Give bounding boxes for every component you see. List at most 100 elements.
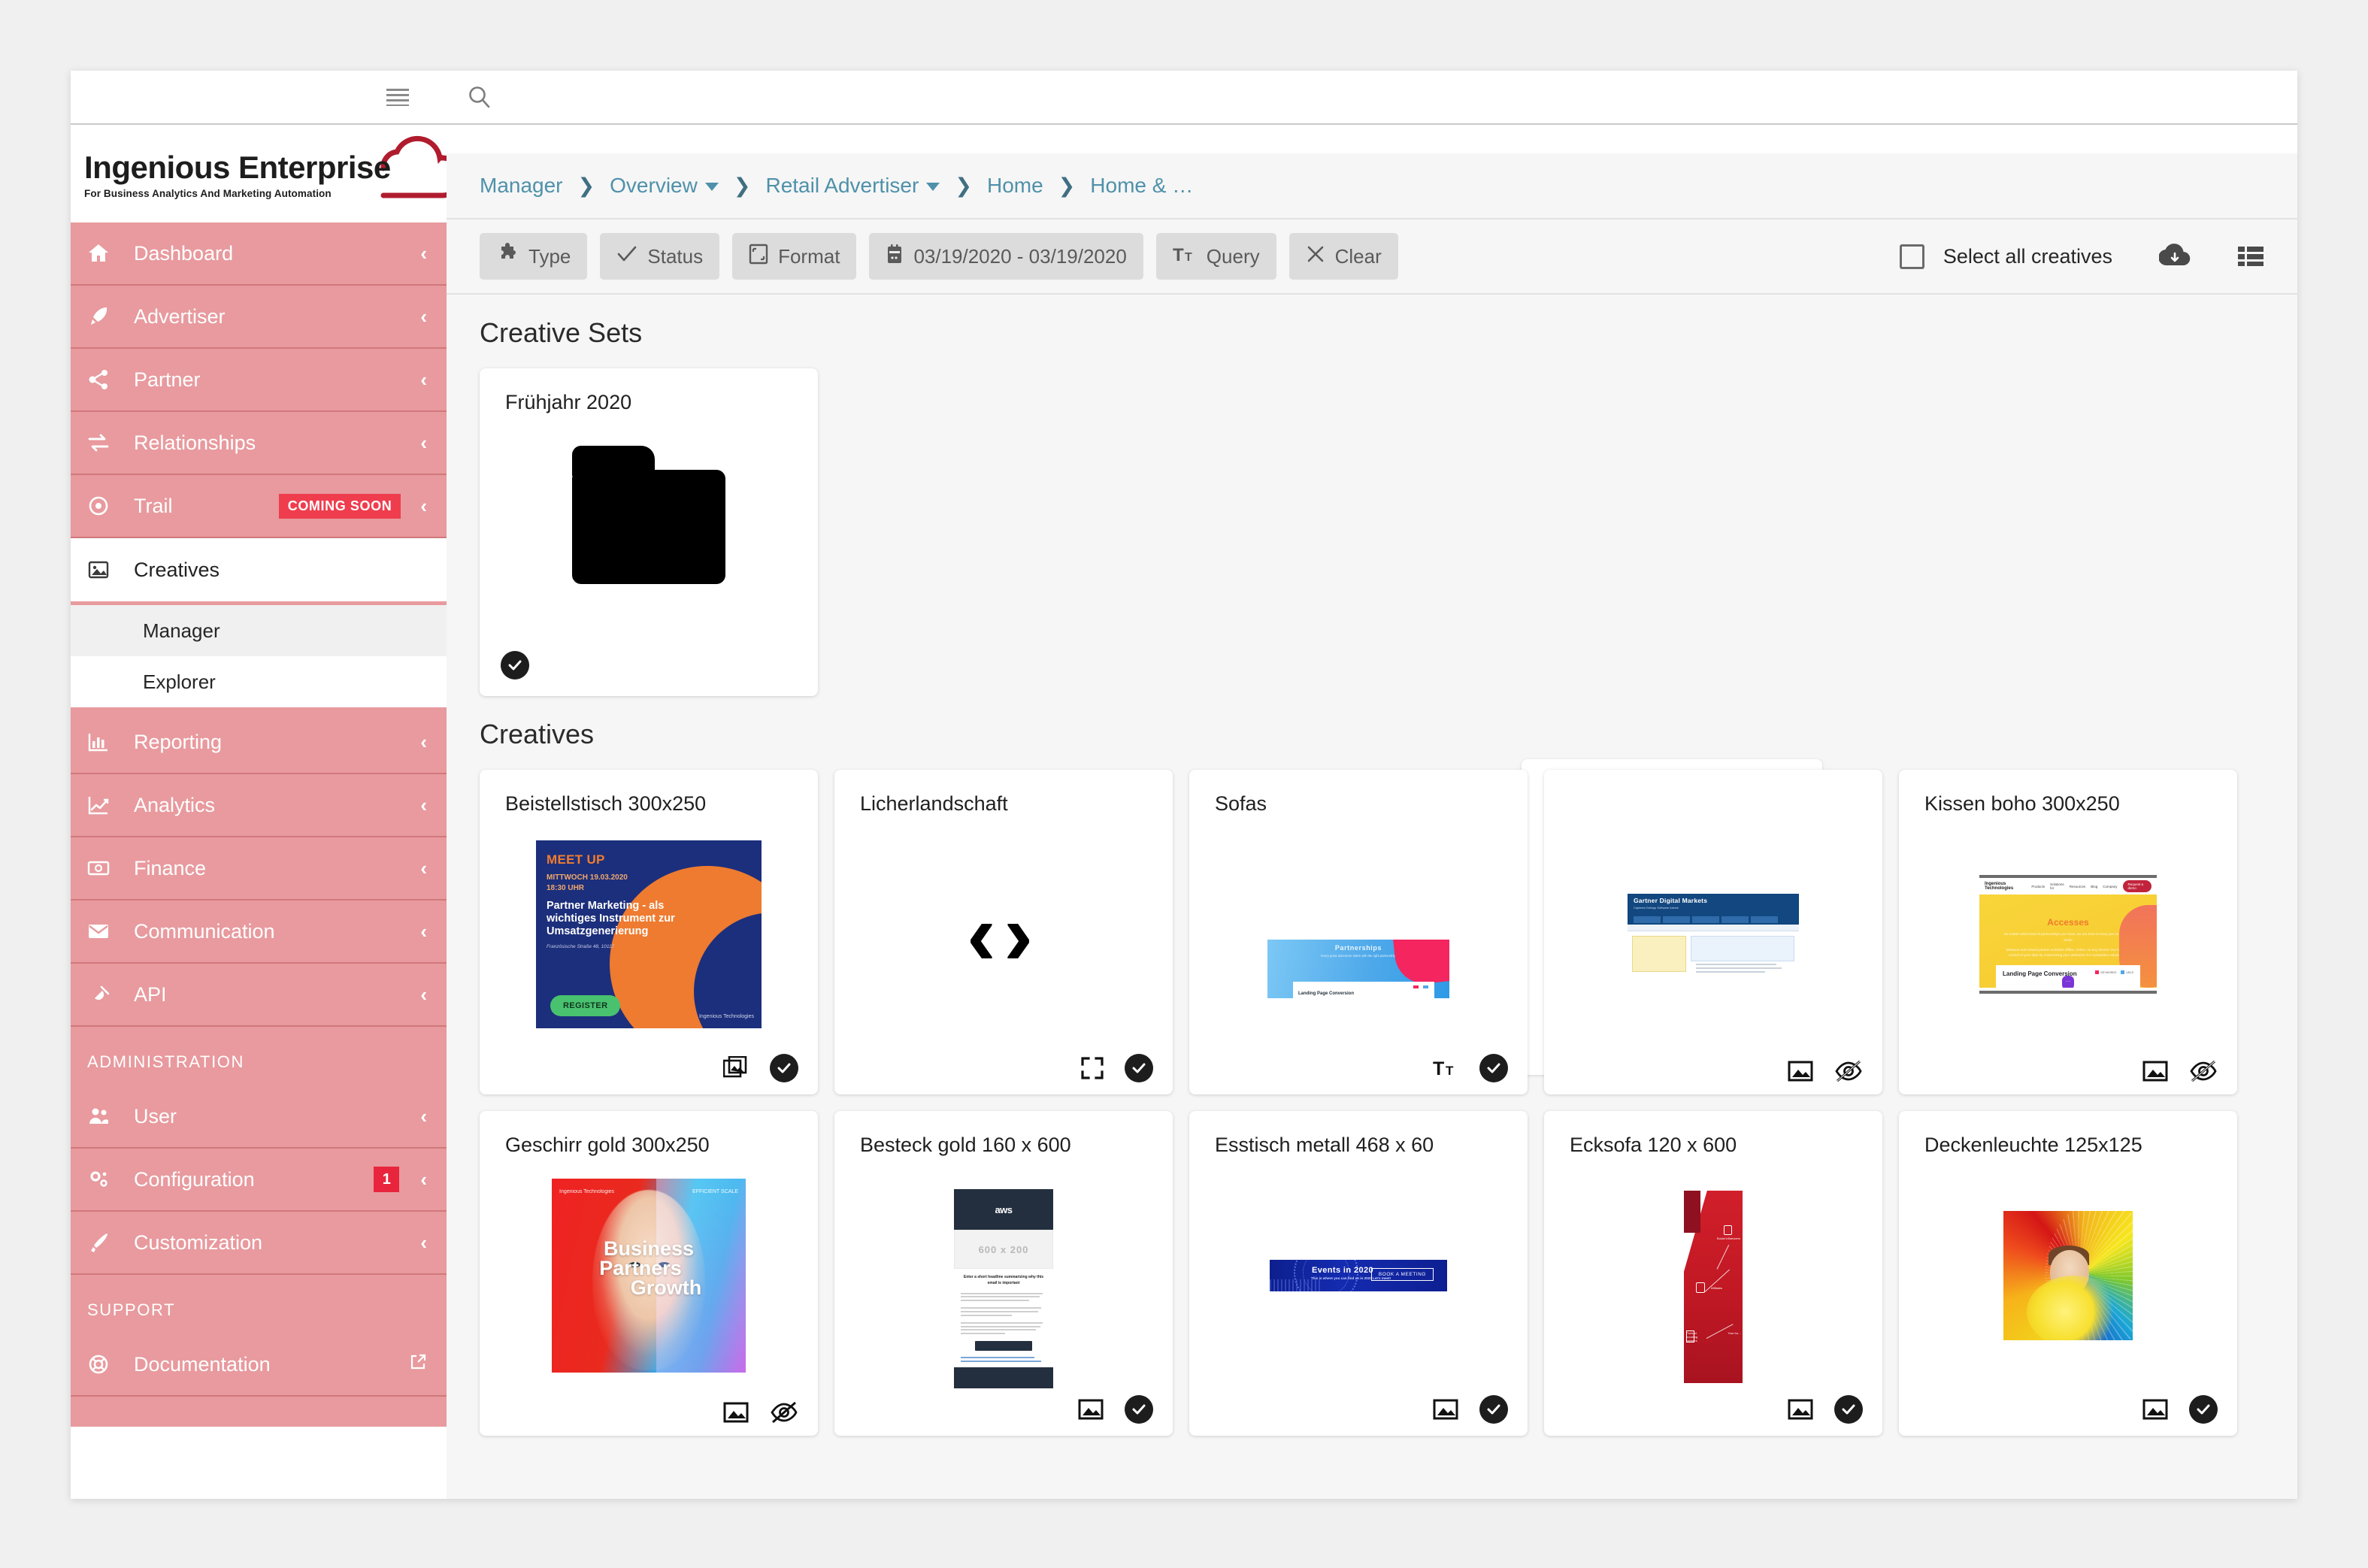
creative-card[interactable]: Beistellstisch 300x250 MEET UP MITTWOCH …: [480, 770, 818, 1094]
creative-name: Licherlandschaft: [860, 792, 1008, 815]
breadcrumb-item[interactable]: Home: [987, 174, 1043, 198]
sidebar: Ingenious Enterprise For Business Analyt…: [71, 126, 447, 1499]
check-circle-icon[interactable]: [2189, 1395, 2218, 1424]
banner-kicker: MEET UP: [547, 852, 605, 867]
image-icon[interactable]: [1078, 1398, 1104, 1421]
plug-icon: [87, 983, 122, 1006]
check-icon: [616, 244, 637, 269]
landing-cta[interactable]: Request a demo: [2122, 880, 2151, 892]
sidebar-item-label: Partner: [134, 368, 201, 391]
sidebar-item-reporting[interactable]: Reporting ‹: [71, 711, 447, 774]
sidebar-item-configuration[interactable]: Configuration 1 ‹: [71, 1149, 447, 1212]
image-icon[interactable]: [1433, 1398, 1458, 1421]
creative-name: [1544, 770, 1882, 792]
chevron-left-icon: ‹: [420, 304, 427, 328]
creative-card[interactable]: Kissen boho 300x250 Ingenious Technologi…: [1899, 770, 2237, 1094]
hamburger-menu-icon[interactable]: [380, 80, 415, 114]
creative-card[interactable]: Ecksofa 120 x 600 Social influencers Aff…: [1544, 1111, 1882, 1436]
toolbar-status-button[interactable]: Status: [600, 233, 720, 280]
breadcrumb-item[interactable]: Overview: [610, 174, 719, 198]
creative-card[interactable]: Sofas Partnerships Every great adventure…: [1189, 770, 1528, 1094]
creative-card-footer: T T: [1433, 1054, 1508, 1082]
sidebar-item-customization[interactable]: Customization ‹: [71, 1212, 447, 1275]
breadcrumb-label: Home: [986, 174, 1043, 197]
creative-sets-row: Frühjahr 2020: [447, 368, 2297, 696]
creative-card[interactable]: Licherlandschaft ‹›: [834, 770, 1173, 1094]
check-circle-icon[interactable]: [1125, 1395, 1153, 1424]
check-circle-icon[interactable]: [1479, 1054, 1508, 1082]
select-all-creatives-checkbox[interactable]: [1899, 244, 1924, 269]
creative-card[interactable]: Esstisch metall 468 x 60 Events in 2020 …: [1189, 1111, 1528, 1436]
image-icon[interactable]: [1788, 1060, 1813, 1082]
breadcrumb-item[interactable]: Retail Advertiser: [765, 174, 940, 198]
sidebar-item-trail[interactable]: Trail COMING SOON ‹: [71, 475, 447, 538]
creative-card[interactable]: Gartner Digital Markets Capterra GetApp …: [1544, 770, 1882, 1094]
eye-slash-icon[interactable]: [1834, 1060, 1863, 1082]
search-icon[interactable]: [462, 80, 496, 114]
sidebar-section-administration: ADMINISTRATION: [71, 1027, 447, 1085]
creative-thumbnail: Ingenious Technologies Products Solutions…: [1899, 830, 2237, 1039]
check-circle-icon[interactable]: [501, 651, 529, 680]
creative-card[interactable]: Besteck gold 160 x 600 aws 600 x 200 Ent…: [834, 1111, 1173, 1436]
sidebar-item-partner[interactable]: Partner ‹: [71, 349, 447, 412]
sidebar-subitem-manager[interactable]: Manager: [71, 605, 447, 656]
sidebar-item-api[interactable]: API ‹: [71, 964, 447, 1027]
chevron-left-icon: ‹: [420, 1167, 427, 1191]
creative-card[interactable]: Deckenleuchte 125x125: [1899, 1111, 2237, 1436]
breadcrumb-item[interactable]: Home & …: [1090, 174, 1193, 198]
sidebar-subitem-explorer[interactable]: Explorer: [71, 656, 447, 707]
email-cta-button[interactable]: [975, 1340, 1032, 1351]
sidebar-item-analytics[interactable]: Analytics ‹: [71, 774, 447, 837]
banner-cta-button[interactable]: REGISTER: [550, 995, 621, 1016]
red-skyscraper-banner: Social influencers Affiliates Product bu…: [1684, 1191, 1743, 1383]
sidebar-item-finance[interactable]: Finance ‹: [71, 837, 447, 901]
sidebar-item-label: Configuration: [134, 1167, 255, 1191]
toolbar-clear-button[interactable]: Clear: [1288, 233, 1398, 280]
breadcrumb-label: Retail Advertiser: [765, 174, 919, 197]
banner-line-2: Partners: [599, 1257, 682, 1280]
sidebar-item-communication[interactable]: Communication ‹: [71, 901, 447, 964]
sidebar-item-label: Advertiser: [134, 304, 226, 328]
line-chart-icon: [87, 794, 122, 816]
cloud-download-icon[interactable]: [2159, 244, 2191, 269]
envelope-icon: [87, 920, 122, 943]
eye-slash-icon[interactable]: [2189, 1060, 2218, 1082]
partnerships-landing-thumbnail: Partnerships Every great adventure start…: [1267, 940, 1449, 998]
toolbar-format-button[interactable]: Format: [732, 233, 857, 280]
list-view-icon[interactable]: [2237, 245, 2264, 268]
check-circle-icon[interactable]: [770, 1054, 798, 1082]
creative-set-card[interactable]: Frühjahr 2020: [480, 368, 818, 696]
sidebar-item-label: Relationships: [134, 431, 256, 454]
sidebar-item-user[interactable]: User ‹: [71, 1085, 447, 1149]
image-icon[interactable]: [2142, 1398, 2168, 1421]
sidebar-item-relationships[interactable]: Relationships ‹: [71, 412, 447, 475]
sidebar-item-dashboard[interactable]: Dashboard ‹: [71, 222, 447, 286]
creative-card[interactable]: Geschirr gold 300x250 Ingenious Technolo…: [480, 1111, 818, 1436]
toolbar-03-19-2020-03-19-2020-button[interactable]: 03/19/2020 - 03/19/2020: [869, 233, 1143, 280]
image-icon[interactable]: [723, 1401, 749, 1424]
fullscreen-icon[interactable]: [1081, 1057, 1104, 1079]
images-stack-icon[interactable]: [723, 1056, 749, 1080]
check-circle-icon[interactable]: [1834, 1395, 1863, 1424]
breadcrumb-item[interactable]: Manager: [480, 174, 563, 198]
text-size-icon[interactable]: T T: [1433, 1058, 1458, 1079]
sidebar-item-creatives[interactable]: Creatives: [71, 538, 447, 601]
image-icon[interactable]: [1788, 1398, 1813, 1421]
chevron-left-icon: ‹: [420, 1230, 427, 1254]
check-circle-icon[interactable]: [1479, 1395, 1508, 1424]
creative-thumbnail: Partnerships Every great adventure start…: [1189, 830, 1528, 1039]
svg-text:T: T: [1173, 245, 1184, 264]
breadcrumb-separator: ❯: [955, 174, 972, 197]
banner-line-3: Growth: [630, 1276, 702, 1300]
image-icon[interactable]: [2142, 1060, 2168, 1082]
check-circle-icon[interactable]: [1125, 1054, 1153, 1082]
eye-slash-icon[interactable]: [770, 1401, 798, 1424]
sidebar-item-label: Creatives: [134, 558, 220, 581]
toolbar-query-button[interactable]: T T Query: [1155, 233, 1276, 280]
sidebar-filler: [71, 1397, 447, 1427]
toolbar-type-button[interactable]: Type: [480, 233, 588, 280]
sidebar-item-documentation[interactable]: Documentation: [71, 1333, 447, 1397]
banner-cta-button[interactable]: BOOK A MEETING: [1370, 1268, 1434, 1281]
sidebar-item-advertiser[interactable]: Advertiser ‹: [71, 286, 447, 349]
email-headline: Enter a short headline summarizing why t…: [963, 1275, 1044, 1285]
